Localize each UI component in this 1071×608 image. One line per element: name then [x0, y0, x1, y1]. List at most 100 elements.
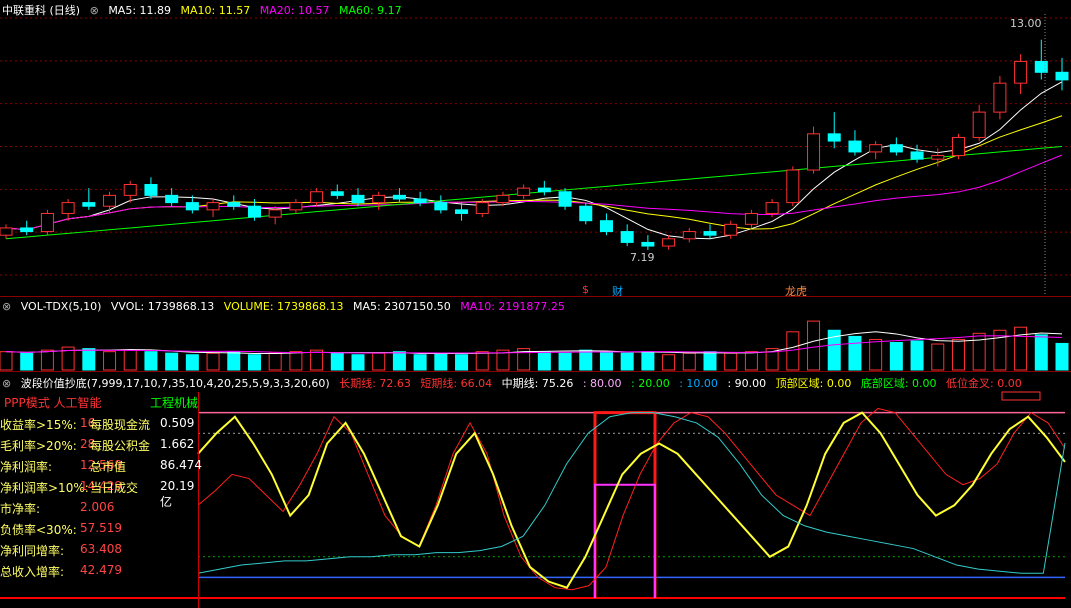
- price-panel: 中联重科 (日线) ⊗ MA5: 11.89 MA10: 11.57 MA20:…: [0, 0, 1071, 298]
- volume-bar: [227, 351, 241, 371]
- candle-body: [1034, 60, 1048, 73]
- candle-body: [413, 198, 427, 204]
- fundamental-label: 每股现金流: [90, 418, 151, 432]
- volume-bar: [268, 352, 282, 371]
- top-marker: [1001, 391, 1041, 401]
- candle-body: [61, 202, 75, 214]
- volume-header: ⊗ VOL-TDX(5,10) VVOL: 1739868.13 VOLUME:…: [2, 300, 571, 313]
- volume-bar: [20, 352, 34, 371]
- fundamental-value: 2.006: [80, 500, 115, 514]
- top-zone-label: 顶部区域: 0.00: [775, 377, 852, 390]
- ma60-line: [5, 146, 1063, 240]
- candle-body: [703, 231, 717, 236]
- candle-body: [165, 194, 179, 204]
- volume-bar: [123, 349, 137, 371]
- volume-bar: [910, 340, 924, 371]
- candle-body: [351, 194, 365, 204]
- osc-title: 波段价值抄底(7,999,17,10,7,35,10,4,20,25,5,9,3…: [20, 377, 330, 390]
- candle-body: [993, 82, 1007, 113]
- v20-label: : 20.00: [631, 377, 670, 390]
- fundamental-value: 1.662: [160, 437, 195, 451]
- fundamental-label: 当日成交: [90, 481, 139, 495]
- volume-bar: [662, 354, 676, 371]
- candle-body: [1014, 60, 1028, 84]
- v90-label: : 90.00: [727, 377, 767, 390]
- candle-body: [620, 231, 634, 243]
- fundamental-label: 净利润率:: [0, 460, 53, 474]
- settings-icon[interactable]: ⊗: [90, 4, 99, 17]
- volume-bar: [40, 349, 54, 371]
- settings-icon[interactable]: ⊗: [2, 377, 11, 390]
- candle-body: [537, 187, 551, 193]
- candle-body: [869, 144, 883, 153]
- volume-bar: [724, 352, 738, 371]
- settings-icon[interactable]: ⊗: [2, 300, 11, 313]
- candle-body: [372, 194, 386, 204]
- candle-body: [40, 212, 54, 233]
- candle-body: [848, 140, 862, 153]
- volume-bar: [703, 351, 717, 371]
- fundamental-row: 负债率<30%: 57.519: [0, 521, 198, 541]
- fundamental-value: 86.474: [160, 458, 202, 472]
- volume-bar: [848, 335, 862, 371]
- volume-bar: [807, 320, 821, 371]
- fundamental-row: 市净率: 2.006: [0, 500, 198, 520]
- volume-bar: [579, 349, 593, 371]
- short-line-label: 短期线: 66.04: [420, 377, 493, 390]
- fundamental-label: 负债率<30%:: [0, 523, 77, 537]
- fundamental-row: 毛利率>20%: 28 每股公积金 1.662: [0, 437, 198, 457]
- volume-label: VOLUME: 1739868.13: [223, 300, 344, 313]
- volume-bar: [1014, 326, 1028, 371]
- fundamental-row: 净利润率: 12.568 总市值 86.474: [0, 458, 202, 478]
- v80-label: : 80.00: [582, 377, 622, 390]
- osc-line-2: [197, 412, 1066, 574]
- volume-bar: [103, 351, 117, 371]
- candle-body: [289, 202, 303, 211]
- fundamental-value: 63.408: [80, 542, 122, 556]
- candle-body: [206, 202, 220, 211]
- vol-title: VOL-TDX(5,10): [20, 300, 102, 313]
- low-annotation: 7.19: [630, 251, 655, 264]
- vol-ma10-label: MA10: 2191877.25: [460, 300, 565, 313]
- candle-body: [786, 169, 800, 204]
- volume-bar: [247, 354, 261, 371]
- volume-bar: [1055, 342, 1069, 371]
- dollar-marker[interactable]: $: [582, 283, 589, 296]
- fundamental-label: 市净率:: [0, 502, 41, 516]
- volume-bar: [558, 352, 572, 371]
- volume-bar: [351, 354, 365, 371]
- volume-panel: ⊗ VOL-TDX(5,10) VVOL: 1739868.13 VOLUME:…: [0, 297, 1071, 372]
- candle-body: [599, 220, 613, 233]
- bottom-zone-label: 底部区域: 0.00: [860, 377, 937, 390]
- volume-bar: [931, 343, 945, 371]
- volume-bar: [0, 351, 13, 371]
- candle-body: [662, 238, 676, 247]
- candle-body: [247, 205, 261, 218]
- candle-body: [268, 209, 282, 218]
- volume-bar: [972, 332, 986, 371]
- osc-line-1: [197, 411, 1066, 589]
- volume-bar: [889, 342, 903, 371]
- fundamental-row: 总收入增率: 42.479: [0, 563, 198, 583]
- volume-bar: [951, 338, 965, 371]
- candle-body: [310, 191, 324, 204]
- mid-line-label: 中期线: 75.26: [501, 377, 574, 390]
- candle-body: [827, 133, 841, 142]
- fundamental-label: 收益率>15%:: [0, 418, 77, 432]
- volume-bar: [372, 352, 386, 371]
- volume-bar: [599, 351, 613, 371]
- ma5-label: MA5: 11.89: [108, 4, 172, 17]
- signal-box: [593, 411, 657, 598]
- candle-body: [496, 194, 510, 204]
- osc-line-0: [197, 407, 1066, 591]
- volume-bar: [206, 352, 220, 371]
- candle-body: [724, 223, 738, 236]
- vol-ma10-line: [5, 335, 1063, 354]
- volume-bar: [869, 338, 883, 371]
- fundamental-label: 总市值: [90, 460, 127, 474]
- osc-header: ⊗ 波段价值抄底(7,999,17,10,7,35,10,4,20,25,5,9…: [2, 375, 1028, 391]
- candle-body: [227, 202, 241, 207]
- high-annotation: 13.00: [1010, 17, 1042, 30]
- candle-body: [434, 202, 448, 211]
- volume-bar: [537, 351, 551, 371]
